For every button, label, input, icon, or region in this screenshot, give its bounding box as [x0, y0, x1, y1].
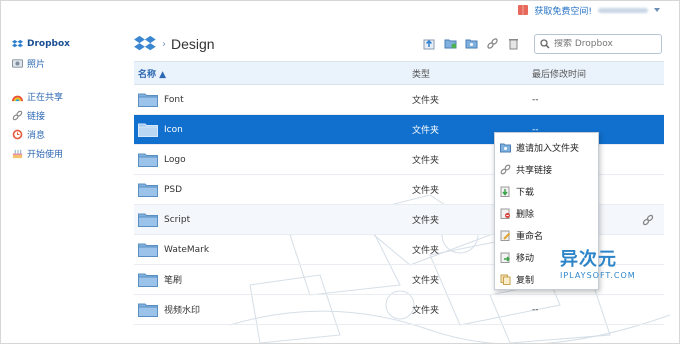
menu-item-label: 共享链接 — [516, 165, 553, 176]
copy-icon — [500, 274, 511, 285]
sidebar-item-messages[interactable]: 消息 — [12, 126, 122, 142]
toolbar — [423, 37, 520, 50]
menu-item-delete[interactable]: 删除 — [495, 202, 598, 224]
delete-icon — [500, 208, 510, 219]
sidebar-item-dropbox[interactable]: Dropbox — [12, 36, 122, 52]
menu-item-rename[interactable]: 重命名 — [495, 224, 598, 246]
column-header-type[interactable]: 类型 — [412, 67, 532, 80]
column-header-modified[interactable]: 最后修改时间 — [532, 67, 586, 80]
menu-item-label: 下载 — [516, 187, 535, 198]
user-name[interactable] — [598, 7, 648, 13]
sidebar-item-label: 照片 — [27, 59, 46, 70]
menu-item-label: 复制 — [516, 275, 535, 286]
sidebar-item-label: 链接 — [27, 111, 46, 122]
sidebar-item-links[interactable]: 链接 — [12, 107, 122, 123]
watermark-cn: 异次元 — [560, 249, 617, 270]
sidebar-item-label: 消息 — [27, 130, 46, 141]
sidebar-item-photos[interactable]: 照片 — [12, 55, 122, 71]
menu-item-label: 重命名 — [516, 231, 544, 242]
file-modified: -- — [532, 304, 539, 315]
search-input[interactable] — [554, 39, 654, 49]
folder-icon — [138, 153, 158, 167]
sidebar-item-get-started[interactable]: 开始使用 — [12, 145, 122, 161]
search-box[interactable] — [534, 34, 662, 54]
deleted-files-icon[interactable] — [507, 37, 520, 50]
share-link-icon[interactable] — [642, 214, 654, 226]
breadcrumb-separator: › — [162, 38, 166, 50]
table-row[interactable]: Font 文件夹 -- — [134, 85, 664, 115]
file-name: Script — [164, 214, 191, 225]
menu-item-share-link[interactable]: 共享链接 — [495, 158, 598, 180]
shared-folder-icon[interactable] — [465, 37, 478, 50]
photo-icon — [12, 58, 23, 68]
menu-item-download[interactable]: 下载 — [495, 180, 598, 202]
clock-icon — [12, 129, 23, 139]
file-type: 文件夹 — [412, 306, 440, 316]
page-title: Design — [171, 36, 215, 52]
new-folder-icon[interactable] — [444, 37, 457, 50]
share-link-icon[interactable] — [486, 37, 499, 50]
file-name: PSD — [164, 184, 183, 195]
file-name: 笔刷 — [164, 276, 183, 286]
file-modified: -- — [532, 94, 539, 105]
rename-icon — [500, 230, 511, 241]
folder-header: › Design — [134, 32, 664, 56]
dropbox-icon — [12, 39, 23, 47]
link-icon — [12, 110, 23, 120]
get-free-space-link[interactable]: 获取免费空间! — [534, 4, 592, 17]
search-icon — [540, 39, 550, 49]
table-header: 名称 ▲ 类型 最后修改时间 — [134, 61, 664, 85]
rainbow-icon — [12, 95, 23, 101]
menu-item-label: 删除 — [516, 209, 535, 220]
file-type: 文件夹 — [412, 96, 440, 106]
download-icon — [500, 186, 510, 197]
account-bar: 获取免费空间! — [518, 2, 660, 18]
menu-item-label: 邀请加入文件夹 — [516, 143, 580, 154]
sidebar: Dropbox 照片 正在共享 链接 消息 开始使用 — [12, 36, 122, 164]
file-name: Logo — [164, 154, 186, 165]
cake-icon — [12, 149, 23, 158]
folder-icon — [138, 213, 158, 227]
file-name: 视频水印 — [164, 306, 201, 316]
site-watermark: 异次元 IPLAYSOFT.COM — [560, 245, 672, 280]
watermark-en: IPLAYSOFT.COM — [560, 271, 636, 280]
sidebar-item-label: Dropbox — [27, 39, 70, 49]
sidebar-item-label: 开始使用 — [27, 149, 64, 160]
folder-icon — [138, 303, 158, 317]
invite-folder-icon — [500, 143, 511, 152]
menu-item-invite-to-folder[interactable]: 邀请加入文件夹 — [495, 136, 598, 158]
table-row[interactable]: 视频水印 文件夹 -- — [134, 295, 664, 325]
folder-icon — [138, 243, 158, 257]
column-header-name[interactable]: 名称 ▲ — [134, 67, 412, 80]
folder-icon — [138, 93, 158, 107]
sidebar-item-label: 正在共享 — [27, 92, 64, 103]
folder-icon — [138, 273, 158, 287]
gift-icon — [518, 5, 529, 15]
file-name: WateMark — [164, 244, 210, 255]
file-name: Icon — [164, 124, 183, 135]
upload-icon[interactable] — [423, 37, 436, 50]
move-icon — [500, 252, 510, 263]
share-link-icon — [500, 164, 511, 174]
dropbox-home-icon[interactable] — [134, 35, 156, 53]
menu-item-label: 移动 — [516, 253, 535, 264]
chevron-down-icon[interactable] — [654, 8, 660, 12]
sidebar-item-sharing[interactable]: 正在共享 — [12, 88, 122, 104]
file-name: Font — [164, 94, 184, 105]
folder-icon — [138, 183, 158, 197]
folder-icon — [138, 123, 158, 137]
